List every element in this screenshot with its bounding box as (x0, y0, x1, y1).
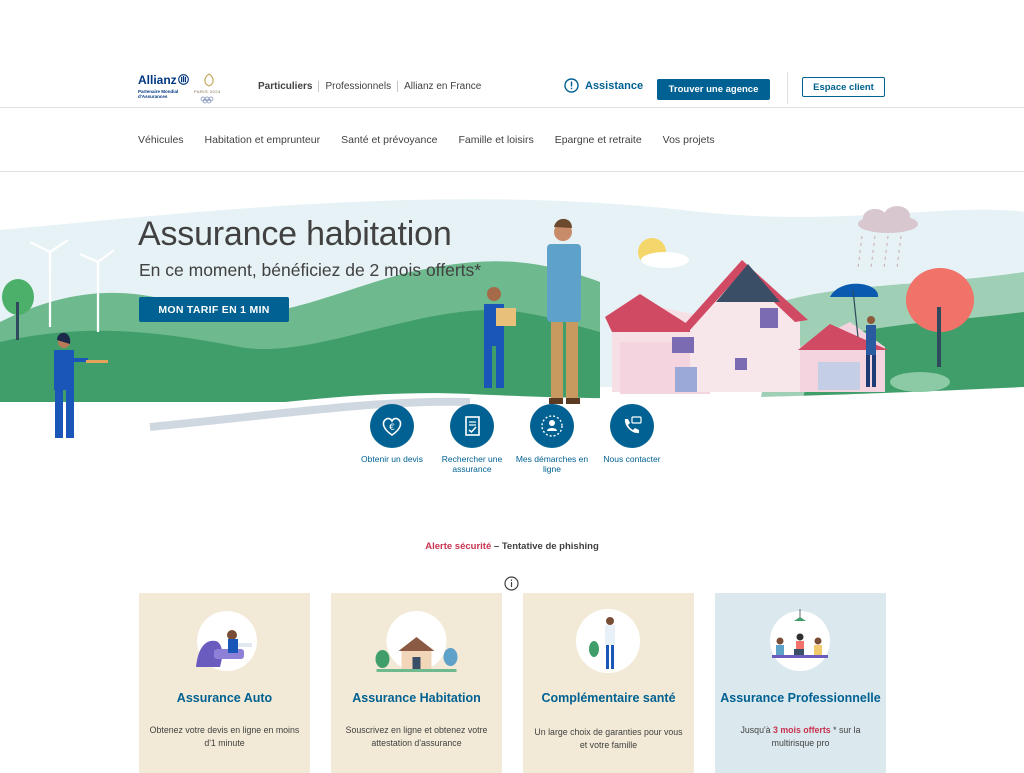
nav-habitation[interactable]: Habitation et emprunteur (205, 134, 321, 146)
paris-2024-icon (200, 73, 214, 104)
doctor-illustration (576, 609, 640, 673)
hero-subtitle: En ce moment, bénéficiez de 2 mois offer… (139, 260, 482, 280)
card-desc: Souscrivez en ligne et obtenez votre att… (345, 725, 488, 748)
card-assurance-auto[interactable]: Assurance Auto Obtenez votre devis en li… (139, 593, 310, 773)
action-label: Nous contacter (603, 454, 661, 464)
espace-client-button[interactable]: Espace client (802, 77, 885, 97)
svg-text:€: € (389, 423, 395, 433)
main-nav: Véhicules Habitation et emprunteur Santé… (0, 108, 1024, 172)
product-cards: Assurance Auto Obtenez votre devis en li… (139, 593, 886, 773)
paris-2024-label: PARIS 2024 (194, 89, 221, 94)
assistance-link[interactable]: Assistance (564, 78, 643, 93)
mon-tarif-button[interactable]: MON TARIF EN 1 MIN (139, 297, 289, 322)
nav-projets[interactable]: Vos projets (663, 134, 715, 146)
card-assurance-habitation[interactable]: Assurance Habitation Souscrivez en ligne… (331, 593, 502, 773)
card-desc: Un large choix de garanties pour vous et… (534, 727, 683, 750)
segment-separator (397, 81, 399, 92)
action-obtenir-devis[interactable]: € Obtenir un devis (352, 404, 432, 474)
alert-separator: – (491, 541, 502, 552)
segment-allianz-en-france[interactable]: Allianz en France (404, 81, 481, 92)
alert-label: Alerte sécurité (425, 541, 492, 552)
card-assurance-professionnelle[interactable]: Assurance Professionnelle Jusqu'à 3 mois… (715, 593, 886, 773)
offer-highlight: 3 mois offerts (772, 725, 831, 735)
car-seat-illustration (196, 611, 257, 671)
assistance-label: Assistance (585, 79, 644, 92)
info-circle-icon (564, 78, 579, 93)
nav-sante[interactable]: Santé et prévoyance (341, 134, 437, 146)
header-divider (787, 72, 788, 104)
card-complementaire-sante[interactable]: Complémentaire santé Un large choix de g… (523, 593, 694, 773)
nav-vehicules[interactable]: Véhicules (138, 134, 184, 146)
card-desc: Obtenez votre devis en ligne en moins d'… (149, 725, 300, 748)
card-title: Complémentaire santé (541, 691, 676, 705)
allianz-logo[interactable]: Allianz Partenaire Mondial d'Assurances … (138, 72, 228, 104)
info-icon[interactable] (504, 576, 519, 591)
logo-tagline: Partenaire Mondial d'Assurances (138, 89, 179, 99)
quick-actions: € Obtenir un devis Rechercher une assura… (352, 404, 672, 474)
logo-wordmark: Allianz (138, 73, 177, 87)
card-title: Assurance Professionnelle (720, 691, 881, 705)
trouver-agence-button[interactable]: Trouver une agence (657, 79, 770, 100)
segment-professionnels[interactable]: Professionnels (325, 81, 391, 92)
euro-heart-icon: € (370, 404, 414, 448)
action-mes-demarches[interactable]: Mes démarches en ligne (512, 404, 592, 474)
nav-famille[interactable]: Famille et loisirs (458, 134, 533, 146)
cloud-icon (858, 206, 918, 233)
segment-particuliers[interactable]: Particuliers (258, 81, 312, 92)
action-label: Obtenir un devis (361, 454, 423, 464)
site-header: Allianz Partenaire Mondial d'Assurances … (0, 0, 1024, 108)
alert-text: Tentative de phishing (501, 541, 599, 552)
house-small-illustration (375, 611, 458, 672)
phone-chat-icon (610, 404, 654, 448)
card-desc: Jusqu'à 3 mois offerts * sur la multiris… (740, 725, 861, 748)
allianz-eagle-icon (178, 74, 189, 85)
document-check-icon (450, 404, 494, 448)
security-alert[interactable]: Alerte sécurité – Tentative de phishing (0, 541, 1024, 552)
meeting-illustration (770, 609, 830, 671)
action-label: Rechercher une assurance (441, 454, 503, 474)
nav-epargne[interactable]: Epargne et retraite (555, 134, 642, 146)
segment-separator (318, 81, 320, 92)
action-nous-contacter[interactable]: Nous contacter (592, 404, 672, 474)
action-label: Mes démarches en ligne (515, 454, 589, 474)
user-stars-icon (530, 404, 574, 448)
hero-title: Assurance habitation (138, 215, 452, 253)
segment-switcher: Particuliers Professionnels Allianz en F… (258, 81, 481, 92)
card-title: Assurance Habitation (352, 691, 481, 705)
card-title: Assurance Auto (176, 691, 273, 705)
action-rechercher-assurance[interactable]: Rechercher une assurance (432, 404, 512, 474)
